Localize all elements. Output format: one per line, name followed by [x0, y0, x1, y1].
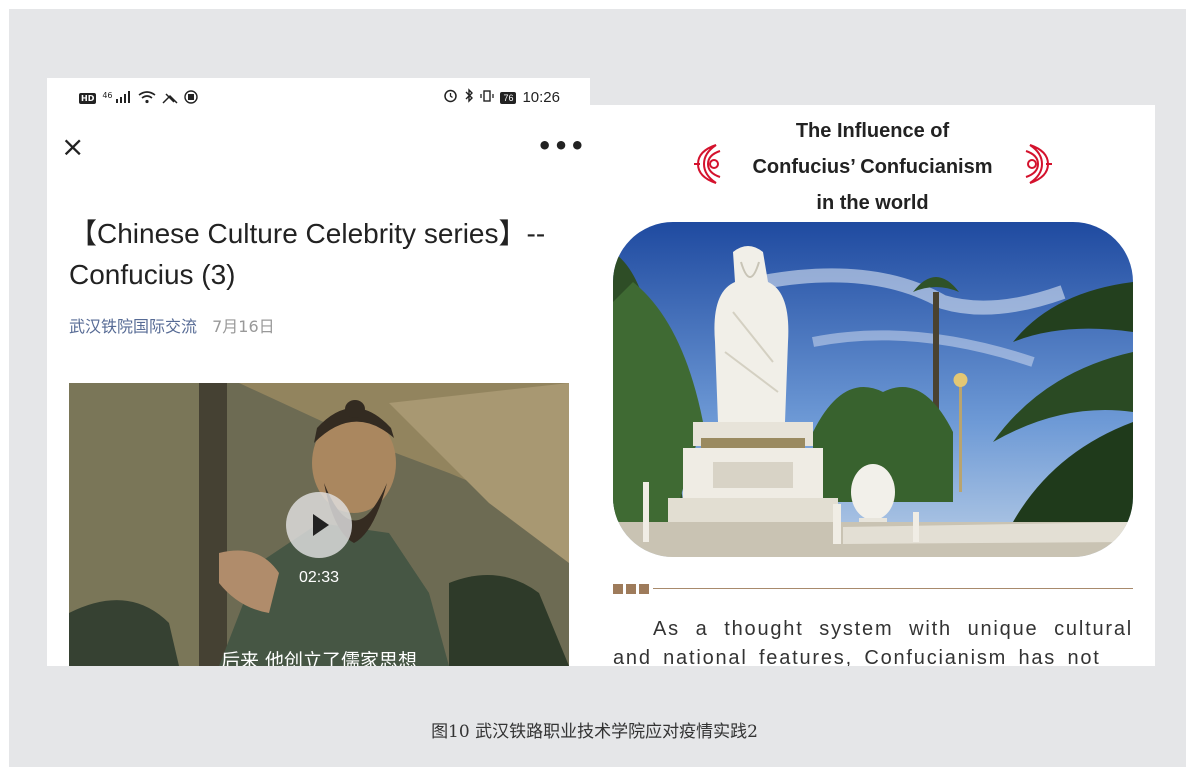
usb-icon [162, 91, 178, 107]
phone-screen: HD 46 76 10:26 × ••• 【Chinese Culture Ce… [47, 78, 590, 666]
author-link[interactable]: 武汉铁院国际交流 [69, 317, 197, 336]
status-bar: HD 46 76 10:26 [47, 78, 590, 118]
article-heading: The Influence of Confucius’ Confucianism… [590, 113, 1155, 221]
heading-line-2: Confucius’ Confucianism [752, 156, 993, 178]
status-time: 10:26 [522, 89, 560, 106]
article-meta: 武汉铁院国际交流 7月16日 [69, 316, 275, 338]
divider-square-icon [639, 584, 649, 594]
article-body: As a thought system with unique cultural… [613, 615, 1133, 666]
divider-square-icon [626, 584, 636, 594]
bluetooth-icon [464, 88, 474, 107]
play-button[interactable] [286, 492, 352, 558]
article-page: The Influence of Confucius’ Confucianism… [590, 105, 1155, 666]
section-divider [613, 581, 1133, 595]
ornament-left-icon [694, 144, 721, 184]
video-player[interactable]: 02:33 后来 他创立了儒家思想 [69, 383, 569, 666]
divider-square-icon [613, 584, 623, 594]
heading-line-1: The Influence of [795, 120, 950, 142]
status-left-icons: HD 46 [79, 90, 199, 107]
more-options-button[interactable]: ••• [537, 134, 586, 158]
battery-icon: 76 [500, 91, 517, 104]
confucius-statue-photo [613, 222, 1133, 557]
figure-caption: 图10 武汉铁路职业技术学院应对疫情实践2 [431, 722, 758, 742]
wifi-icon [138, 90, 156, 107]
status-right-icons: 76 10:26 [443, 88, 560, 107]
publish-date: 7月16日 [212, 317, 275, 336]
signal-icon: 46 [102, 91, 132, 106]
notification-icon [184, 90, 199, 107]
hd-icon: HD [79, 93, 97, 104]
video-duration: 02:33 [298, 569, 340, 586]
vibrate-icon [480, 89, 495, 107]
ornament-right-icon [1025, 144, 1052, 184]
close-button[interactable]: × [61, 133, 84, 161]
video-subtitle: 后来 他创立了儒家思想 [220, 650, 418, 666]
alarm-icon [443, 88, 458, 107]
divider-line [653, 588, 1133, 589]
article-paragraph: As a thought system with unique cultural… [613, 618, 1133, 666]
article-title: 【Chinese Culture Celebrity series】-- Con… [69, 218, 546, 290]
heading-line-3: in the world [816, 192, 929, 214]
